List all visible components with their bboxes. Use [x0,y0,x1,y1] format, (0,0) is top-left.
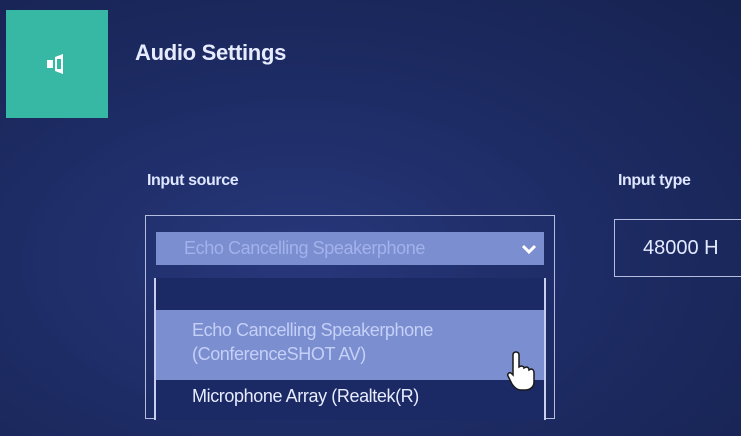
input-type-field[interactable]: 48000 H [614,219,741,277]
input-source-label: Input source [147,172,239,189]
input-source-select[interactable]: Echo Cancelling Speakerphone Echo Cancel… [145,215,555,420]
option-line-1: Microphone Array (Realtek(R) [192,386,419,406]
audio-settings-tile[interactable] [6,10,108,118]
dropdown-option-microphone-array[interactable]: Microphone Array (Realtek(R) [156,384,544,408]
input-source-current[interactable]: Echo Cancelling Speakerphone [156,232,544,265]
audio-settings-screen: Audio Settings Input source Input type E… [0,0,741,436]
input-type-label: Input type [618,172,691,189]
input-source-dropdown: Echo Cancelling Speakerphone (Conference… [154,278,546,420]
dropdown-option-echo-cancelling[interactable]: Echo Cancelling Speakerphone (Conference… [156,310,544,380]
option-line-2: (ConferenceSHOT AV) [192,344,366,364]
input-source-current-value: Echo Cancelling Speakerphone [184,238,425,258]
page-title: Audio Settings [135,40,287,65]
chevron-down-icon[interactable] [520,240,538,258]
option-line-1: Echo Cancelling Speakerphone [192,320,433,340]
input-type-value: 48000 H [643,236,719,259]
hand-cursor-icon [507,351,535,391]
speaker-icon [47,54,63,74]
